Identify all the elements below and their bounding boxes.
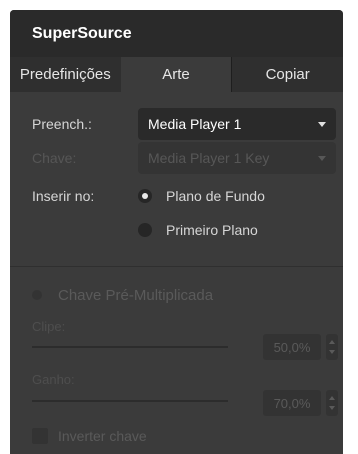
key-row: Chave: xyxy=(32,142,136,174)
chevron-down-icon xyxy=(318,156,326,161)
invert-key-row[interactable]: Inverter chave xyxy=(32,428,147,444)
gain-label-row: Ganho: xyxy=(32,372,75,387)
radio-selected-icon[interactable] xyxy=(138,189,152,203)
clip-value: 50,0% xyxy=(273,339,311,355)
place-in-label: Inserir no: xyxy=(32,188,95,204)
gain-stepper[interactable] xyxy=(326,390,338,416)
tab-art-label: Arte xyxy=(162,66,190,83)
fill-source-value: Media Player 1 xyxy=(148,116,242,132)
chevron-down-icon xyxy=(318,122,326,127)
place-in-row: Inserir no: xyxy=(32,184,136,208)
tab-presets-label: Predefinições xyxy=(19,66,111,83)
panel-title: SuperSource xyxy=(32,24,132,42)
clip-label-row: Clipe: xyxy=(32,319,65,334)
panel-header: SuperSource xyxy=(10,10,343,57)
radio-background-label: Plano de Fundo xyxy=(166,188,265,204)
gain-slider[interactable] xyxy=(32,400,228,402)
radio-background[interactable]: Plano de Fundo xyxy=(138,188,265,204)
invert-key-label: Inverter chave xyxy=(58,428,147,444)
premultiplied-label: Chave Pré-Multiplicada xyxy=(58,286,214,304)
key-source-value: Media Player 1 Key xyxy=(148,150,270,166)
premultiplied-row[interactable]: Chave Pré-Multiplicada xyxy=(32,284,213,306)
key-label: Chave: xyxy=(32,150,77,166)
key-source-dropdown[interactable]: Media Player 1 Key xyxy=(138,142,336,174)
stepper-down-icon[interactable] xyxy=(329,350,335,354)
radio-unselected-icon[interactable] xyxy=(138,223,152,237)
radio-foreground[interactable]: Primeiro Plano xyxy=(138,222,258,238)
fill-row: Preench.: xyxy=(32,108,136,140)
tab-bar: Predefinições Arte Copiar xyxy=(10,57,343,92)
radio-foreground-label: Primeiro Plano xyxy=(166,222,258,238)
tab-copy-label: Copiar xyxy=(265,66,310,83)
clip-label: Clipe: xyxy=(32,319,66,334)
tab-copy[interactable]: Copiar xyxy=(232,57,343,92)
gain-value-field[interactable]: 70,0% xyxy=(263,390,321,416)
stepper-up-icon[interactable] xyxy=(329,396,335,400)
clip-slider[interactable] xyxy=(32,346,228,348)
clip-value-field[interactable]: 50,0% xyxy=(263,334,321,360)
stepper-down-icon[interactable] xyxy=(329,406,335,410)
tab-art[interactable]: Arte xyxy=(120,57,232,92)
toggle-dot-icon[interactable] xyxy=(32,290,42,300)
fill-label: Preench.: xyxy=(32,116,92,132)
supersource-panel: SuperSource Predefinições Arte Copiar Pr… xyxy=(10,10,343,454)
fill-source-dropdown[interactable]: Media Player 1 xyxy=(138,108,336,140)
gain-label: Ganho: xyxy=(32,372,75,387)
clip-stepper[interactable] xyxy=(326,334,338,360)
gain-value: 70,0% xyxy=(273,395,311,411)
tab-presets[interactable]: Predefinições xyxy=(10,57,121,92)
section-divider xyxy=(10,266,343,267)
stepper-up-icon[interactable] xyxy=(329,340,335,344)
invert-key-checkbox[interactable] xyxy=(32,428,48,444)
